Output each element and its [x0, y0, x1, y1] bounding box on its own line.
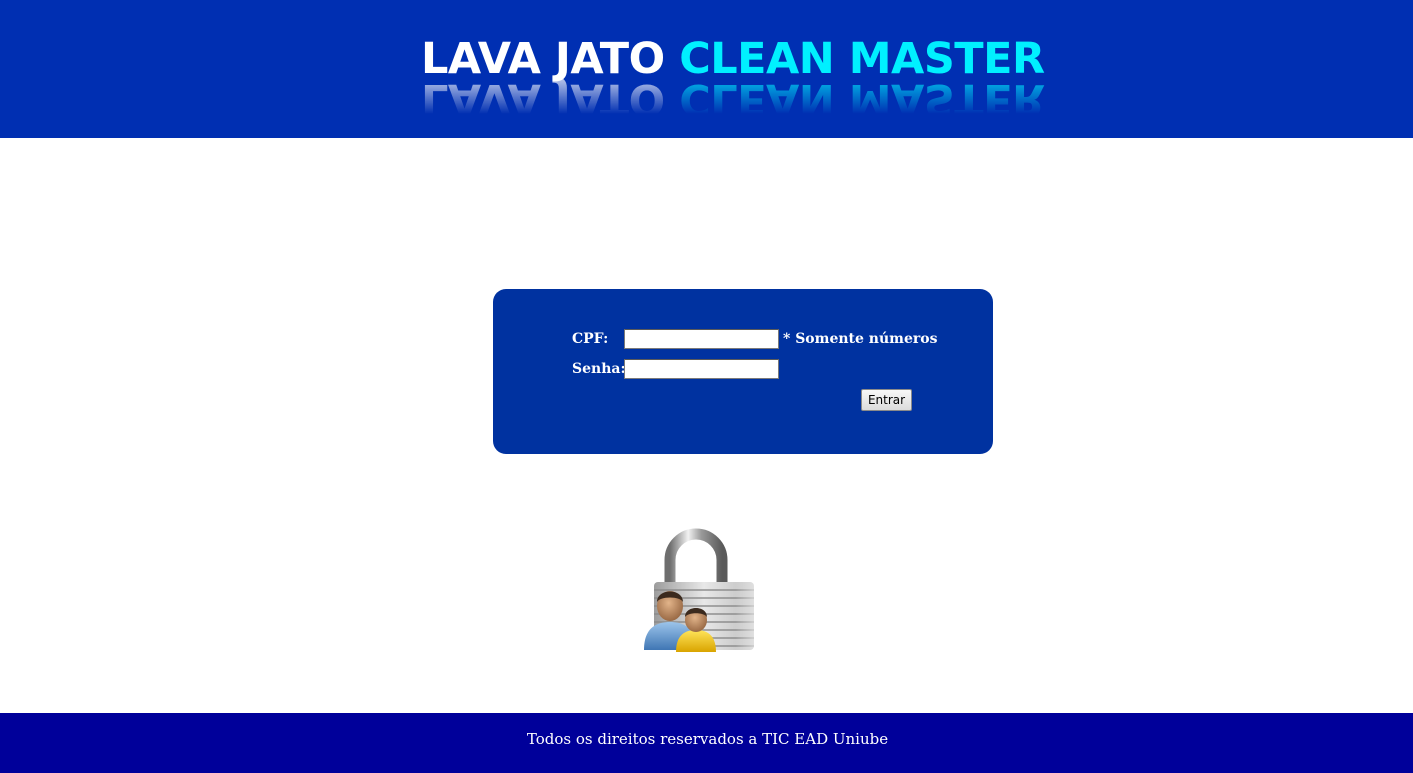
- header-banner: LAVA JATO CLEAN MASTER LAVA JATO CLEAN M…: [0, 0, 1413, 138]
- senha-input[interactable]: [624, 359, 779, 379]
- login-panel: CPF: * Somente números Senha: Entrar: [493, 289, 993, 454]
- footer: Todos os direitos reservados a TIC EAD U…: [0, 713, 1413, 773]
- user-lock-graphic: [644, 528, 770, 652]
- site-logo: LAVA JATO CLEAN MASTER LAVA JATO CLEAN M…: [421, 34, 1045, 126]
- copyright-text: Todos os direitos reservados a TIC EAD U…: [526, 730, 889, 748]
- cpf-input[interactable]: [624, 329, 779, 349]
- logo-reflection-word-2: CLEAN MASTER: [679, 74, 1045, 124]
- cpf-hint: * Somente números: [783, 331, 938, 347]
- logo-reflection: LAVA JATO CLEAN MASTER: [421, 74, 1045, 124]
- logo-reflection-word-1: LAVA JATO: [421, 74, 665, 124]
- senha-label: Senha:: [572, 361, 626, 377]
- cpf-label: CPF:: [572, 331, 609, 347]
- entrar-button[interactable]: Entrar: [861, 389, 912, 411]
- user-lock-icon: [640, 528, 770, 654]
